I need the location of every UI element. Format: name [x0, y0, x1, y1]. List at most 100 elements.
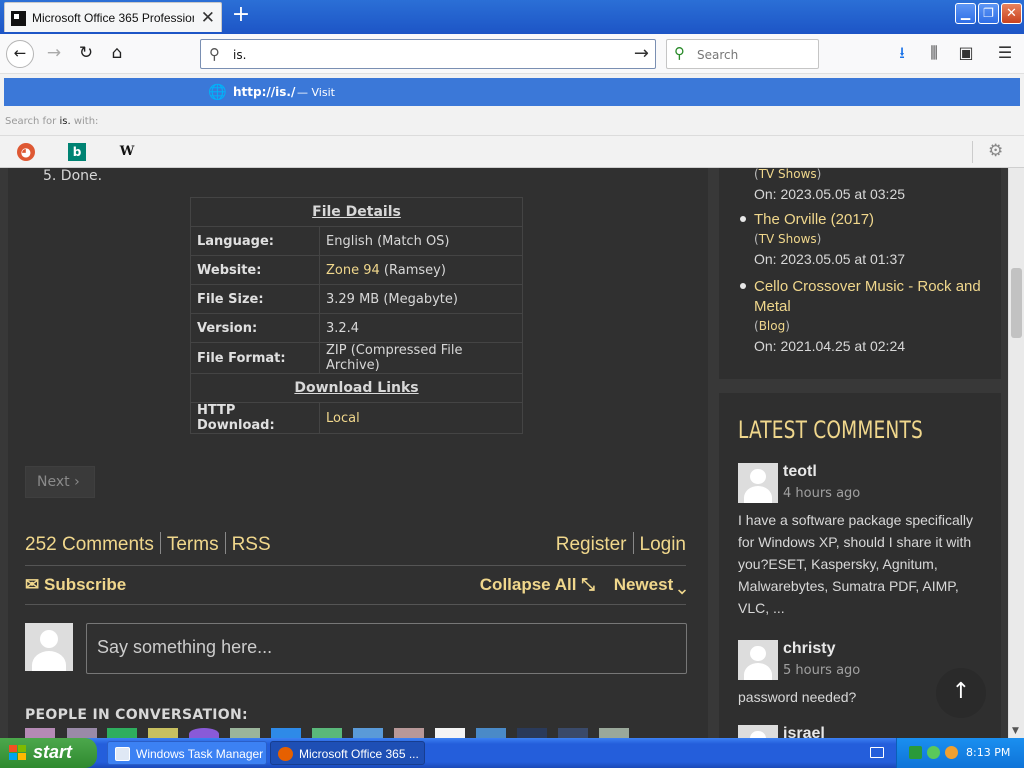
avatar[interactable]: [312, 728, 342, 738]
address-input[interactable]: [233, 46, 613, 63]
post-category: (TV Shows): [754, 168, 822, 181]
tray-app-icon[interactable]: [909, 746, 922, 759]
sort-dropdown[interactable]: Newest ⌄: [614, 575, 686, 594]
avatar[interactable]: [476, 728, 506, 738]
window-maximize-button[interactable]: ❐: [978, 3, 999, 24]
globe-icon: 🌐: [208, 83, 227, 101]
search-settings-gear-icon[interactable]: ⚙: [988, 141, 1003, 161]
home-icon[interactable]: ⌂: [103, 40, 131, 68]
rss-link[interactable]: RSS: [232, 534, 271, 555]
category-link[interactable]: TV Shows: [759, 232, 817, 246]
bing-icon[interactable]: b: [68, 143, 86, 161]
category-link[interactable]: TV Shows: [759, 168, 817, 181]
avatar[interactable]: [558, 728, 588, 738]
register-link[interactable]: Register: [556, 534, 627, 555]
comments-count-link[interactable]: 252 Comments: [25, 534, 154, 555]
menu-icon[interactable]: ☰: [993, 42, 1017, 66]
library-icon[interactable]: ⫼: [922, 42, 946, 66]
sort-label: Newest: [613, 575, 674, 594]
search-icon: ⚲: [209, 45, 220, 63]
window-minimize-button[interactable]: ▁: [955, 3, 976, 24]
taskbar-clock[interactable]: 8:13 PM: [966, 738, 1010, 768]
website-link[interactable]: Zone 94: [326, 263, 380, 278]
avatar[interactable]: [599, 728, 629, 738]
post-date: On: 2021.04.25 at 02:24: [754, 338, 906, 354]
taskbar-item-firefox[interactable]: Microsoft Office 365 ...: [270, 741, 425, 765]
firefox-icon: [278, 747, 293, 761]
commenter-name[interactable]: israel: [783, 725, 825, 738]
search-bar[interactable]: ⚲: [666, 39, 819, 69]
duckduckgo-icon[interactable]: ◕: [17, 143, 35, 161]
avatar[interactable]: [394, 728, 424, 738]
download-icon[interactable]: ⭳: [890, 42, 914, 66]
search-for-suffix: with:: [73, 116, 99, 127]
comments-actions: ✉ Subscribe Collapse All ⤡ Newest ⌄: [25, 575, 686, 599]
commenter-name[interactable]: christy: [783, 640, 835, 658]
keyboard-icon[interactable]: [870, 747, 884, 758]
avatar[interactable]: [435, 728, 465, 738]
divider: [972, 141, 973, 163]
tab-close-icon[interactable]: ✕: [201, 8, 215, 28]
avatar: [25, 623, 73, 671]
login-link[interactable]: Login: [640, 534, 687, 555]
avatar[interactable]: [353, 728, 383, 738]
go-arrow-icon[interactable]: →: [634, 43, 649, 64]
search-engine-row: ◕ b W ⚙: [0, 135, 1024, 168]
scrollbar-thumb[interactable]: [1011, 268, 1022, 338]
start-button[interactable]: start: [0, 738, 97, 768]
envelope-icon: ✉: [25, 575, 40, 594]
taskbar-item-label: Windows Task Manager: [136, 747, 264, 761]
web-page: 5. Done. File Details Language: English …: [0, 168, 1008, 738]
row-key: Website:: [190, 255, 320, 285]
avatar[interactable]: [25, 728, 55, 738]
back-icon[interactable]: ←: [6, 40, 34, 68]
browser-tab[interactable]: Microsoft Office 365 Professional P ✕: [4, 2, 222, 32]
taskbar-item-label: Microsoft Office 365 ...: [299, 747, 419, 761]
page-scrollbar[interactable]: ▼: [1008, 168, 1024, 738]
window-close-button[interactable]: ✕: [1001, 3, 1022, 24]
terms-link[interactable]: Terms: [167, 534, 219, 555]
avatar[interactable]: [67, 728, 97, 738]
post-category: (Blog): [754, 319, 790, 333]
wikipedia-icon[interactable]: W: [118, 143, 136, 161]
scroll-to-top-button[interactable]: ↑: [936, 668, 986, 718]
collapse-all-button[interactable]: Collapse All ⤡: [480, 575, 595, 594]
taskbar-item-task-manager[interactable]: Windows Task Manager: [107, 741, 267, 765]
subscribe-button[interactable]: ✉ Subscribe: [25, 575, 126, 595]
address-bar[interactable]: ⚲ →: [200, 39, 656, 69]
divider: [224, 532, 226, 554]
website-location: (Ramsey): [379, 262, 446, 278]
next-button[interactable]: Next ›: [25, 466, 95, 498]
post-date: On: 2023.05.05 at 03:25: [754, 186, 906, 202]
site-favicon-icon: [11, 11, 26, 26]
subscribe-label: Subscribe: [43, 575, 127, 594]
avatar[interactable]: [148, 728, 178, 738]
avatar[interactable]: [517, 728, 547, 738]
forward-icon[interactable]: →: [40, 40, 68, 68]
visit-suggestion-row[interactable]: 🌐 http://is./ — Visit: [4, 78, 1020, 106]
new-tab-button[interactable]: +: [228, 3, 254, 29]
table-row: Website: Zone 94 (Ramsey): [190, 255, 523, 285]
local-download-link[interactable]: Local: [326, 411, 360, 426]
avatar: [738, 640, 778, 680]
avatar[interactable]: [189, 728, 219, 738]
reload-icon[interactable]: ↻: [72, 40, 100, 68]
scroll-down-arrow-icon[interactable]: ▼: [1012, 726, 1019, 736]
search-tray-icon[interactable]: [945, 746, 958, 759]
avatar[interactable]: [107, 728, 137, 738]
network-icon[interactable]: [927, 746, 940, 759]
avatar[interactable]: [230, 728, 260, 738]
search-for-term: is.: [59, 116, 71, 127]
category-link[interactable]: Blog: [759, 319, 786, 333]
comment-input[interactable]: Say something here...: [86, 623, 687, 674]
comment-text[interactable]: I have a software package specifically f…: [738, 509, 990, 619]
avatar: [738, 463, 778, 503]
navigation-toolbar: ← → ↻ ⌂ ⚲ → ⚲ ⭳ ⫼ ▣ ☰: [0, 34, 1024, 74]
avatar[interactable]: [271, 728, 301, 738]
search-input[interactable]: [697, 46, 812, 63]
commenter-name[interactable]: teotl: [783, 463, 817, 481]
post-title-link[interactable]: The Orville (2017): [754, 210, 999, 230]
sidebar-icon[interactable]: ▣: [954, 42, 978, 66]
post-title-link[interactable]: Cello Crossover Music - Rock and Metal: [754, 277, 999, 317]
table-row: HTTP Download: Local: [190, 402, 523, 434]
